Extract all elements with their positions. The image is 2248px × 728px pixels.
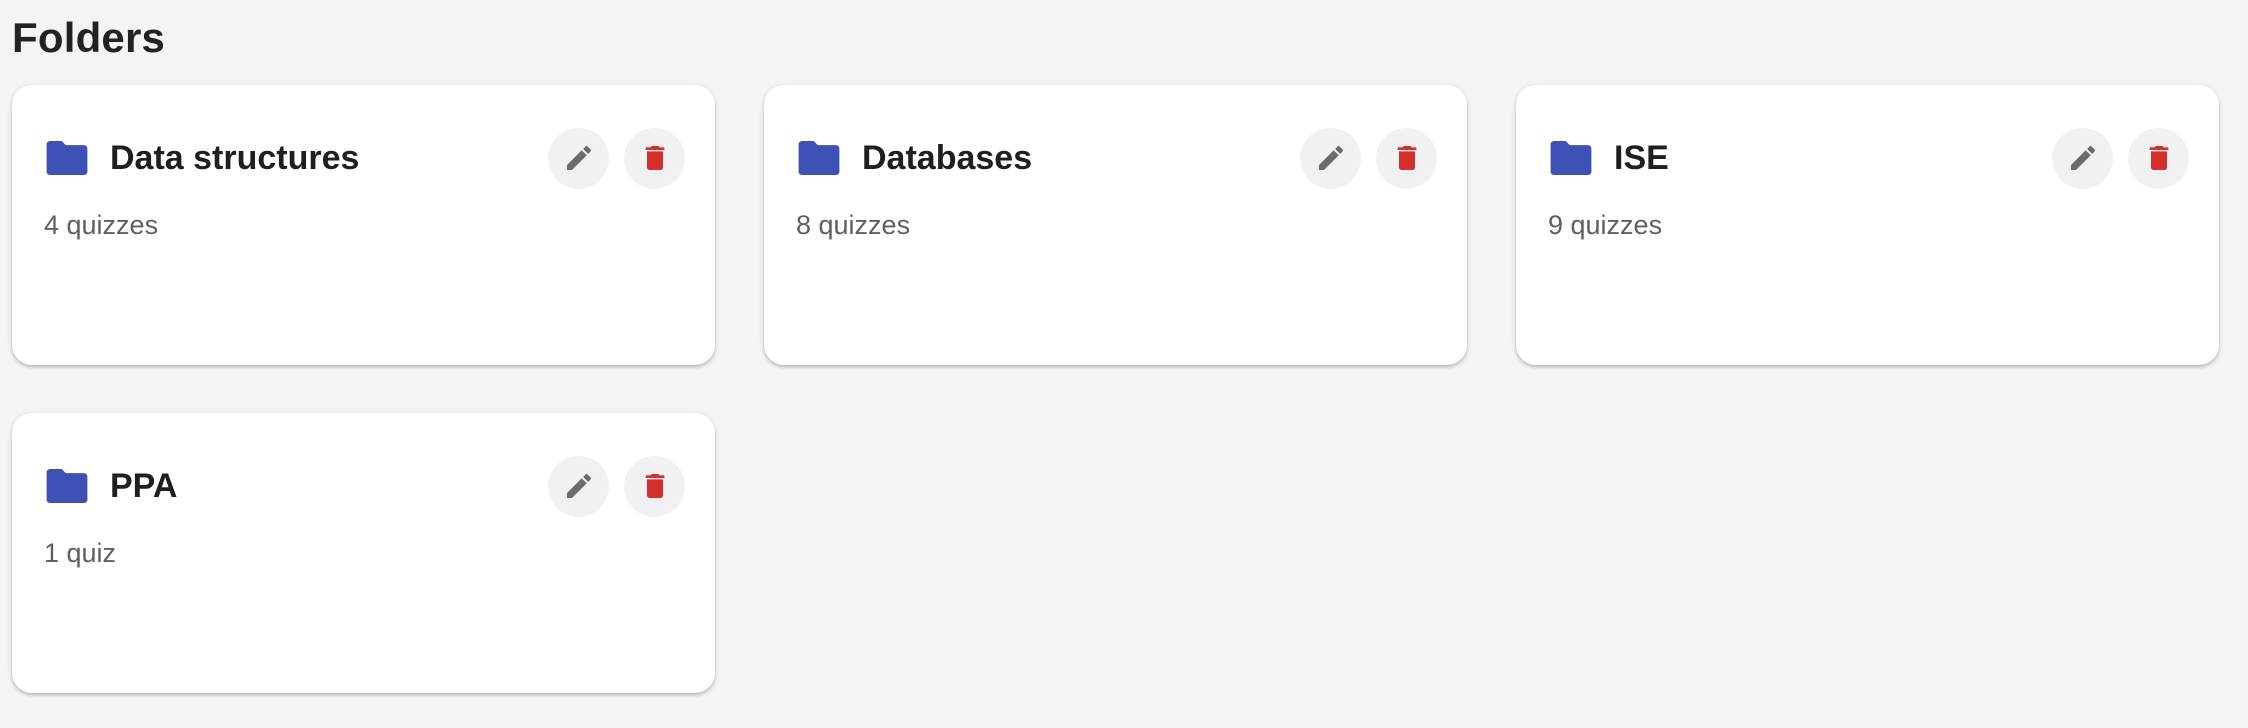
trash-icon (2149, 146, 2168, 170)
pencil-icon (566, 473, 591, 498)
folder-icon (46, 141, 88, 175)
folder-card-header: Data structures (46, 127, 685, 189)
quiz-count: 1 quiz (44, 538, 117, 568)
delete-folder-button[interactable] (2128, 127, 2189, 189)
folder-icon (798, 141, 840, 175)
pencil-icon (566, 145, 591, 170)
folder-card[interactable]: Databases 8 quizzes (764, 85, 1467, 365)
quiz-count: 4 quizzes (44, 210, 159, 240)
folder-grid: Data structures 4 quizzes Databases 8 qu… (12, 85, 2222, 693)
folder-card[interactable]: ISE 9 quizzes (1516, 85, 2219, 365)
quiz-count: 8 quizzes (796, 210, 911, 240)
pencil-icon (2070, 145, 2095, 170)
edit-folder-button[interactable] (2052, 127, 2113, 189)
edit-folder-button[interactable] (548, 455, 609, 517)
folder-actions (2052, 127, 2189, 189)
page-title: Folders (12, 14, 166, 61)
folder-actions (548, 455, 685, 517)
folder-name: Data structures (110, 138, 360, 177)
folder-name: PPA (110, 466, 178, 505)
folder-card[interactable]: PPA 1 quiz (12, 413, 715, 693)
delete-folder-button[interactable] (624, 455, 685, 517)
delete-folder-button[interactable] (624, 127, 685, 189)
folder-actions (1300, 127, 1437, 189)
folder-name: Databases (862, 138, 1033, 177)
trash-icon (645, 474, 664, 498)
quiz-count: 9 quizzes (1548, 210, 1663, 240)
folder-card[interactable]: Data structures 4 quizzes (12, 85, 715, 365)
trash-icon (645, 146, 664, 170)
folder-name: ISE (1614, 138, 1669, 177)
folder-card-header: ISE (1550, 127, 2189, 189)
pencil-icon (1318, 145, 1343, 170)
folder-card-header: PPA (46, 455, 685, 517)
folders-page: Folders Data structures 4 quizzes Databa… (0, 0, 2248, 728)
folder-actions (548, 127, 685, 189)
edit-folder-button[interactable] (548, 127, 609, 189)
delete-folder-button[interactable] (1376, 127, 1437, 189)
edit-folder-button[interactable] (1300, 127, 1361, 189)
trash-icon (1397, 146, 1416, 170)
folder-icon (46, 469, 88, 503)
folder-card-header: Databases (798, 127, 1437, 189)
folder-icon (1550, 141, 1592, 175)
